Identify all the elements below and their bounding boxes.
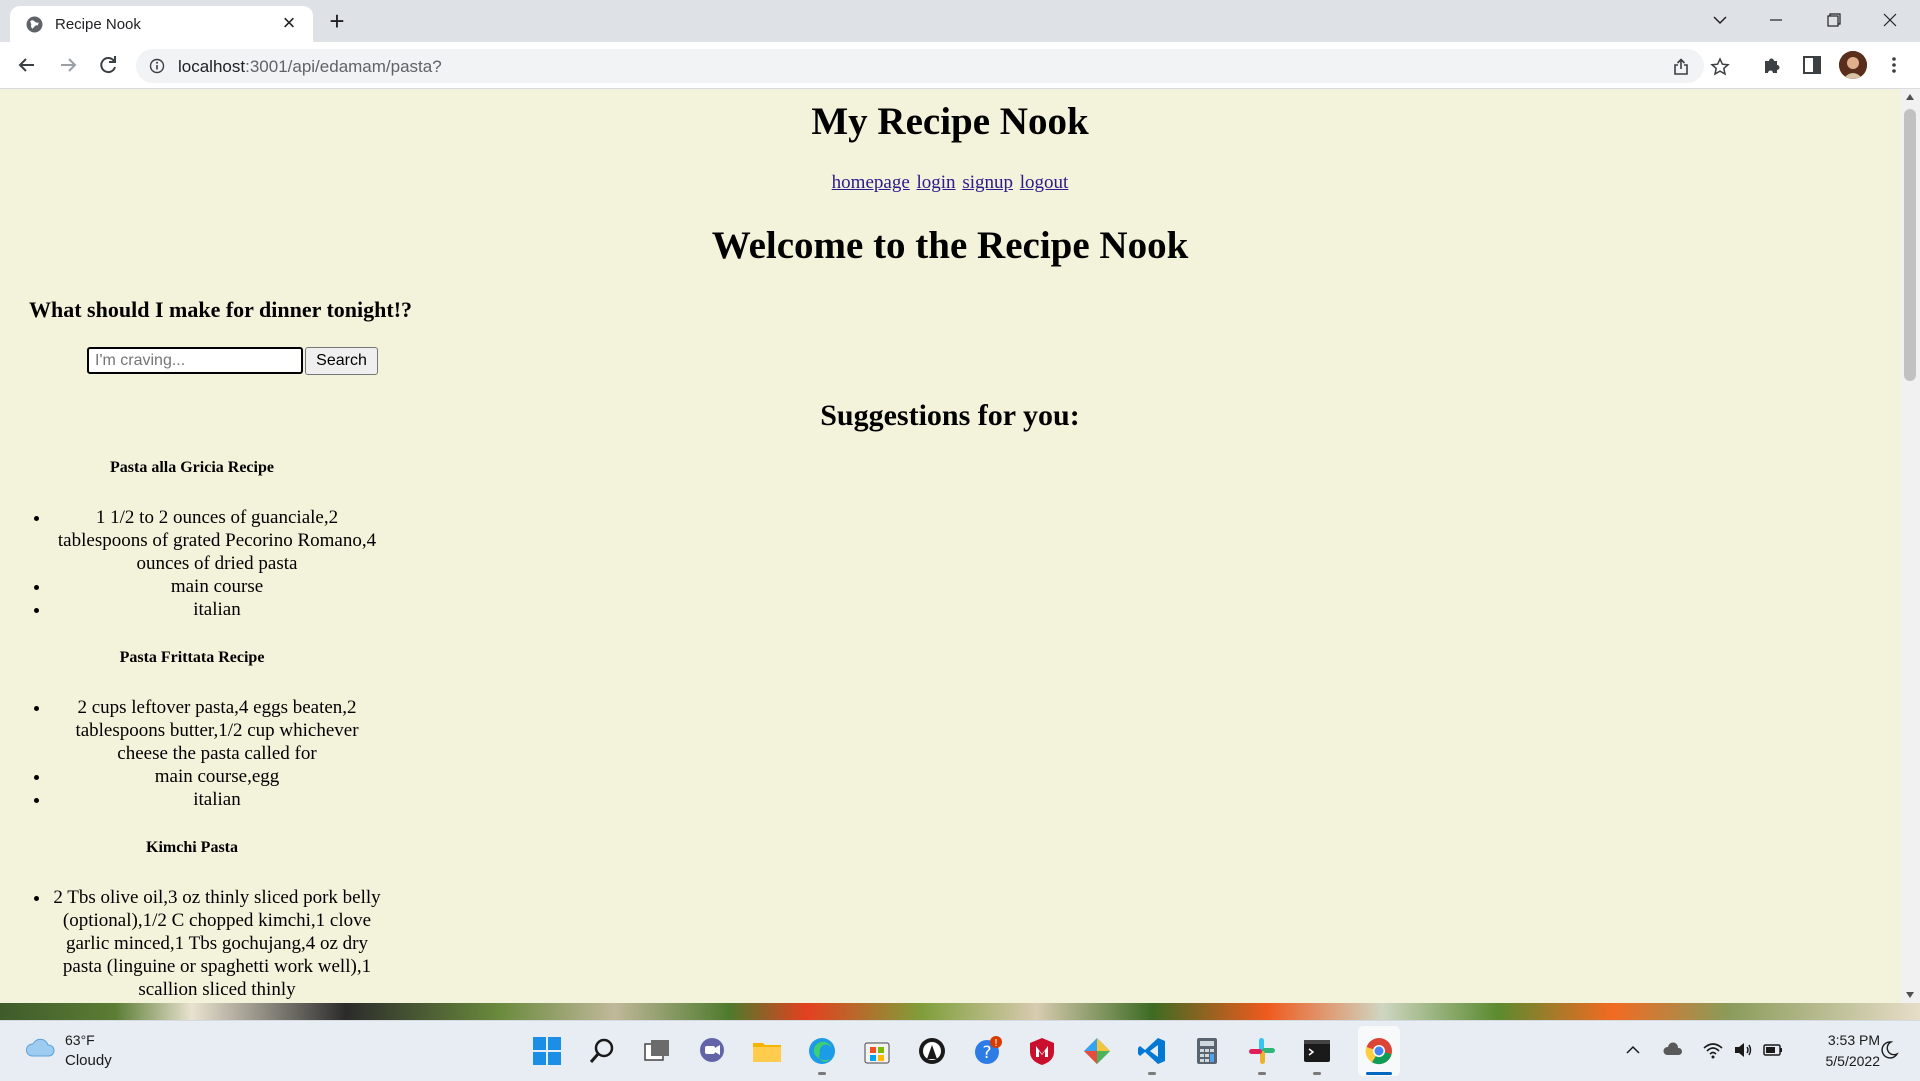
dinner-question: What should I make for dinner tonight!? xyxy=(29,297,413,322)
edge-browser-icon[interactable] xyxy=(806,1035,838,1067)
browser-tab-strip: Recipe Nook × + xyxy=(0,0,1920,42)
weather-condition: Cloudy xyxy=(65,1052,112,1069)
recipe-meal-type: main course xyxy=(51,575,383,598)
browser-toolbar: localhost:3001/api/edamam/pasta? xyxy=(0,42,1920,89)
slack-icon[interactable] xyxy=(1246,1035,1278,1067)
globe-icon xyxy=(26,16,43,33)
nav-link-login[interactable]: login xyxy=(917,172,956,193)
new-tab-button[interactable]: + xyxy=(322,7,352,35)
scroll-down-arrow-icon[interactable] xyxy=(1906,992,1914,998)
side-panel-icon[interactable] xyxy=(1800,53,1824,77)
tab-search-chevron-icon[interactable] xyxy=(1697,4,1743,36)
mcafee-shield-icon[interactable] xyxy=(1026,1035,1058,1067)
svg-text:!: ! xyxy=(994,1038,998,1049)
site-title: My Recipe Nook xyxy=(811,100,1089,143)
tab-title: Recipe Nook xyxy=(55,16,141,33)
volume-icon[interactable] xyxy=(1732,1039,1754,1061)
recipe-card: Pasta Frittata Recipe 2 cups leftover pa… xyxy=(0,649,400,811)
reload-icon[interactable] xyxy=(94,51,122,79)
address-bar[interactable]: localhost:3001/api/edamam/pasta? xyxy=(136,49,1730,83)
github-desktop-icon[interactable] xyxy=(916,1035,948,1067)
bookmark-star-icon[interactable] xyxy=(1710,57,1730,77)
file-explorer-icon[interactable] xyxy=(751,1035,783,1067)
recipe-card: Pasta alla Gricia Recipe 1 1/2 to 2 ounc… xyxy=(0,459,400,621)
url-text: localhost:3001/api/edamam/pasta? xyxy=(178,57,442,77)
task-view-icon[interactable] xyxy=(641,1035,673,1067)
forward-arrow-icon[interactable] xyxy=(54,51,82,79)
nav-link-signup[interactable]: signup xyxy=(962,172,1013,193)
windows-start-icon[interactable] xyxy=(531,1035,563,1067)
restore-icon[interactable] xyxy=(1810,4,1856,36)
recipe-meal-type: main course,egg xyxy=(51,765,383,788)
minimize-icon[interactable] xyxy=(1753,4,1799,36)
svg-text:?: ? xyxy=(982,1043,991,1063)
share-icon[interactable] xyxy=(1671,57,1691,77)
cloud-icon[interactable] xyxy=(24,1036,56,1060)
calculator-icon[interactable] xyxy=(1191,1035,1223,1067)
onedrive-cloud-icon[interactable] xyxy=(1662,1039,1684,1061)
nav-link-homepage[interactable]: homepage xyxy=(832,172,910,193)
vscode-icon[interactable] xyxy=(1136,1035,1168,1067)
browser-tab[interactable]: Recipe Nook × xyxy=(10,6,313,42)
active-indicator xyxy=(1366,1072,1392,1075)
recipe-details: 1 1/2 to 2 ounces of guanciale,2 tablesp… xyxy=(0,506,383,621)
recipe-ingredients: 2 cups leftover pasta,4 eggs beaten,2 ta… xyxy=(51,696,383,765)
recipe-cuisine: italian xyxy=(51,598,383,621)
recipe-ingredients: 2 Tbs olive oil,3 oz thinly sliced pork … xyxy=(51,886,383,1001)
battery-icon[interactable] xyxy=(1762,1039,1784,1061)
chevron-up-icon[interactable] xyxy=(1622,1039,1644,1061)
recipe-title: Kimchi Pasta xyxy=(146,839,238,856)
recipe-title: Pasta Frittata Recipe xyxy=(119,649,265,666)
nav-link-logout[interactable]: logout xyxy=(1020,172,1069,193)
url-host: localhost xyxy=(178,57,246,76)
recipe-ingredients: 1 1/2 to 2 ounces of guanciale,2 tablesp… xyxy=(51,506,383,575)
recipe-card: Kimchi Pasta 2 Tbs olive oil,3 oz thinly… xyxy=(0,839,400,1001)
page-viewport: My Recipe Nook homepage login signup log… xyxy=(0,89,1900,1003)
welcome-heading: Welcome to the Recipe Nook xyxy=(711,224,1189,267)
scrollbar-thumb[interactable] xyxy=(1904,109,1916,381)
site-info-icon[interactable] xyxy=(149,58,165,74)
terminal-icon[interactable] xyxy=(1301,1035,1333,1067)
help-icon[interactable]: ? ! xyxy=(971,1035,1003,1067)
clock-time[interactable]: 3:53 PM xyxy=(1810,1032,1880,1048)
recipe-details: 2 Tbs olive oil,3 oz thinly sliced pork … xyxy=(0,886,383,1001)
search-button[interactable]: Search xyxy=(305,347,378,375)
git-kraken-icon[interactable] xyxy=(1081,1035,1113,1067)
back-arrow-icon[interactable] xyxy=(13,51,41,79)
scroll-up-arrow-icon[interactable] xyxy=(1906,94,1914,100)
weather-temperature: 63°F xyxy=(65,1032,95,1048)
clock-date[interactable]: 5/5/2022 xyxy=(1800,1053,1881,1069)
wifi-icon[interactable] xyxy=(1702,1039,1724,1061)
focus-moon-icon[interactable] xyxy=(1878,1039,1900,1061)
windows-taskbar: 63°F Cloudy ? ! 3:53 PM 5/5/2022 xyxy=(0,1020,1920,1081)
chrome-icon[interactable] xyxy=(1363,1035,1395,1067)
nav-links: homepage login signup logout xyxy=(0,172,1900,194)
search-icon[interactable] xyxy=(586,1035,618,1067)
profile-avatar[interactable] xyxy=(1839,51,1867,79)
food-background-image xyxy=(0,1003,1920,1020)
running-indicator xyxy=(818,1072,826,1075)
recipe-list: Pasta alla Gricia Recipe 1 1/2 to 2 ounc… xyxy=(0,459,400,1003)
running-indicator xyxy=(1313,1072,1321,1075)
microsoft-store-icon[interactable] xyxy=(861,1035,893,1067)
extensions-puzzle-icon[interactable] xyxy=(1760,53,1784,77)
recipe-title: Pasta alla Gricia Recipe xyxy=(110,459,274,476)
more-menu-icon[interactable] xyxy=(1882,53,1906,77)
running-indicator xyxy=(1148,1072,1156,1075)
close-tab-icon[interactable]: × xyxy=(277,11,301,35)
recipe-cuisine: italian xyxy=(51,788,383,811)
profile-photo-icon xyxy=(1839,51,1867,79)
page-scrollbar[interactable] xyxy=(1900,89,1920,1003)
recipe-details: 2 cups leftover pasta,4 eggs beaten,2 ta… xyxy=(0,696,383,811)
suggestions-heading: Suggestions for you: xyxy=(820,399,1080,432)
teams-chat-icon[interactable] xyxy=(696,1035,728,1067)
running-indicator xyxy=(1258,1072,1266,1075)
craving-search-input[interactable] xyxy=(87,347,303,374)
url-path: :3001/api/edamam/pasta? xyxy=(245,57,442,76)
close-window-icon[interactable] xyxy=(1867,4,1913,36)
